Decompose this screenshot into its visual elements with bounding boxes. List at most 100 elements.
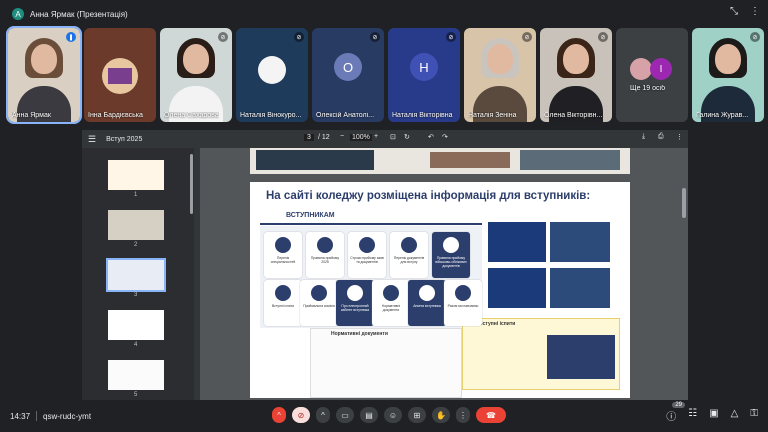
camera-button[interactable]: ▭: [336, 407, 354, 423]
page-thumbnail[interactable]: [108, 160, 164, 190]
menu-icon[interactable]: ☰: [88, 134, 96, 145]
page-thumbnail-selected[interactable]: [106, 258, 166, 292]
slide-card: Перелік документів для вступу: [390, 232, 428, 278]
participant-name: Анна Ярмак: [12, 112, 51, 119]
page-thumbnail[interactable]: [108, 210, 164, 240]
pdf-thumbnails: 1 2 3 4 5: [82, 148, 194, 400]
card-icon: [443, 237, 459, 253]
download-icon[interactable]: ⤓: [642, 133, 645, 141]
mic-off-button[interactable]: ⊘: [292, 407, 310, 423]
info-icon[interactable]: ⓘ: [666, 408, 676, 423]
raise-hand-button[interactable]: ✋: [432, 407, 450, 423]
participant-name: Олена Сахарова: [164, 112, 219, 119]
redo-icon[interactable]: ↷: [442, 133, 448, 141]
thumbnail-number: 4: [134, 342, 138, 348]
right-controls: ⓘ ☷ ▣ △ ⚿: [666, 408, 758, 423]
participant-tile[interactable]: Інна Бардієвська: [84, 28, 156, 122]
end-call-button[interactable]: ☎: [476, 407, 506, 423]
people-icon[interactable]: ☷: [688, 408, 697, 423]
site-screenshot: [488, 222, 546, 262]
thumbnail-number: 1: [134, 192, 138, 198]
participant-avatar: [258, 56, 286, 84]
normative-docs-box: Нормативні документи: [310, 328, 462, 398]
slide-card: Приймальна комісія: [300, 280, 338, 326]
clock: 14:37: [10, 411, 31, 421]
emoji-button[interactable]: ☺: [384, 407, 402, 423]
minimize-icon[interactable]: ⤡: [730, 6, 738, 17]
thumbnail-number: 3: [134, 292, 138, 298]
page-thumbnail[interactable]: [108, 360, 164, 390]
mic-off-icon: ⊘: [294, 32, 304, 42]
slide-card: Правила прийому 2025: [306, 232, 344, 278]
divider: [36, 411, 38, 421]
participant-tile[interactable]: ⊘ Наталія Вінокуро...: [236, 28, 308, 122]
slide-card: Анкета вступника: [408, 280, 446, 326]
zoom-level[interactable]: 100%: [350, 134, 372, 141]
zoom-out-icon[interactable]: −: [340, 133, 344, 140]
rotate-icon[interactable]: ↻: [404, 133, 410, 141]
card-label: Перелік спеціальностей: [270, 256, 296, 264]
presenter-avatar: A: [12, 8, 24, 20]
participant-name: Наталія Зеніна: [468, 112, 517, 119]
mic-off-icon: ⊘: [522, 32, 532, 42]
mic-off-icon: ⊘: [750, 32, 760, 42]
more-participants-tile[interactable]: I Ще 19 осіб: [616, 28, 688, 122]
more-vert-icon[interactable]: ⋮: [676, 133, 683, 141]
activities-icon[interactable]: △: [731, 408, 739, 423]
shared-screen: ☰ Вступ 2025 3 / 12 − 100% + ⊡ ↻ ↶ ↷ ⤓ ⎙…: [82, 130, 688, 400]
fit-page-icon[interactable]: ⊡: [390, 133, 396, 141]
mic-options-button[interactable]: ^: [272, 407, 286, 423]
participant-tile[interactable]: ⊘ Наталія Зеніна: [464, 28, 536, 122]
camera-options-button[interactable]: ^: [316, 407, 330, 423]
bottom-bar: 14:37 qsw-rudc-ymt ^ ⊘ ^ ▭ ▤ ☺ ⊞ ✋ ⋮ ☎ ⓘ…: [0, 400, 768, 432]
document-scrollbar[interactable]: [682, 188, 686, 218]
zoom-in-icon[interactable]: +: [374, 133, 378, 140]
exams-inner-box: [547, 335, 615, 379]
participants-count-badge: 29: [672, 402, 685, 408]
undo-icon[interactable]: ↶: [428, 133, 434, 141]
participant-tile[interactable]: ⊘ Олена Сахарова: [160, 28, 232, 122]
page-image: [520, 150, 620, 170]
slide-card: Правила прийому військово-облікових доку…: [432, 232, 470, 278]
participant-initial: I: [650, 58, 672, 80]
more-participants-label: Ще 19 осіб: [630, 85, 666, 92]
exams-box: Вступні іспити: [462, 318, 620, 390]
card-label: Правила прийому 2025: [310, 256, 340, 264]
more-vert-icon[interactable]: ⋮: [750, 6, 760, 17]
captions-button[interactable]: ▤: [360, 407, 378, 423]
participant-name: Олена Вікторівн...: [544, 112, 603, 119]
document-view: На сайті коледжу розміщена інформація дл…: [200, 148, 688, 400]
site-screenshot: [488, 268, 546, 308]
card-icon: [317, 237, 333, 253]
participant-tile[interactable]: ❚ Анна Ярмак: [6, 26, 82, 124]
more-options-button[interactable]: ⋮: [456, 407, 470, 423]
participant-tile[interactable]: ⊘ Олена Вікторівн...: [540, 28, 612, 122]
sidebar-scrollbar[interactable]: [190, 154, 193, 214]
card-icon: [455, 285, 471, 301]
card-label: Правила прийому військово-облікових доку…: [435, 256, 467, 268]
host-controls-icon[interactable]: ⚿: [750, 408, 758, 423]
page-image: [430, 152, 510, 168]
page-thumbnail[interactable]: [108, 310, 164, 340]
mic-off-icon: ⊘: [370, 32, 380, 42]
participant-tile[interactable]: О ⊘ Олексій Анатолі...: [312, 28, 384, 122]
print-icon[interactable]: ⎙: [658, 133, 664, 141]
page-total: / 12: [318, 134, 330, 141]
participant-name: Наталія Вікторівна: [392, 112, 453, 119]
card-label: Про електронний кабінет вступника: [340, 304, 370, 312]
slide-card: Перелік спеціальностей: [264, 232, 302, 278]
card-icon: [359, 237, 375, 253]
mic-off-icon: ⊘: [446, 32, 456, 42]
participant-name: Інна Бардієвська: [88, 112, 143, 119]
page-number-input[interactable]: 3: [304, 134, 314, 141]
card-icon: [419, 285, 435, 301]
previous-page: [250, 148, 630, 174]
participant-tile[interactable]: ⊘ Галина Журав...: [692, 28, 764, 122]
present-button[interactable]: ⊞: [408, 407, 426, 423]
mic-off-icon: ⊘: [598, 32, 608, 42]
card-icon: [383, 285, 399, 301]
card-label: Приймальна комісія: [303, 304, 335, 308]
chat-icon[interactable]: ▣: [709, 408, 718, 423]
participant-tile[interactable]: Н ⊘ Наталія Вікторівна: [388, 28, 460, 122]
card-label: Нормативні документи: [381, 304, 401, 312]
